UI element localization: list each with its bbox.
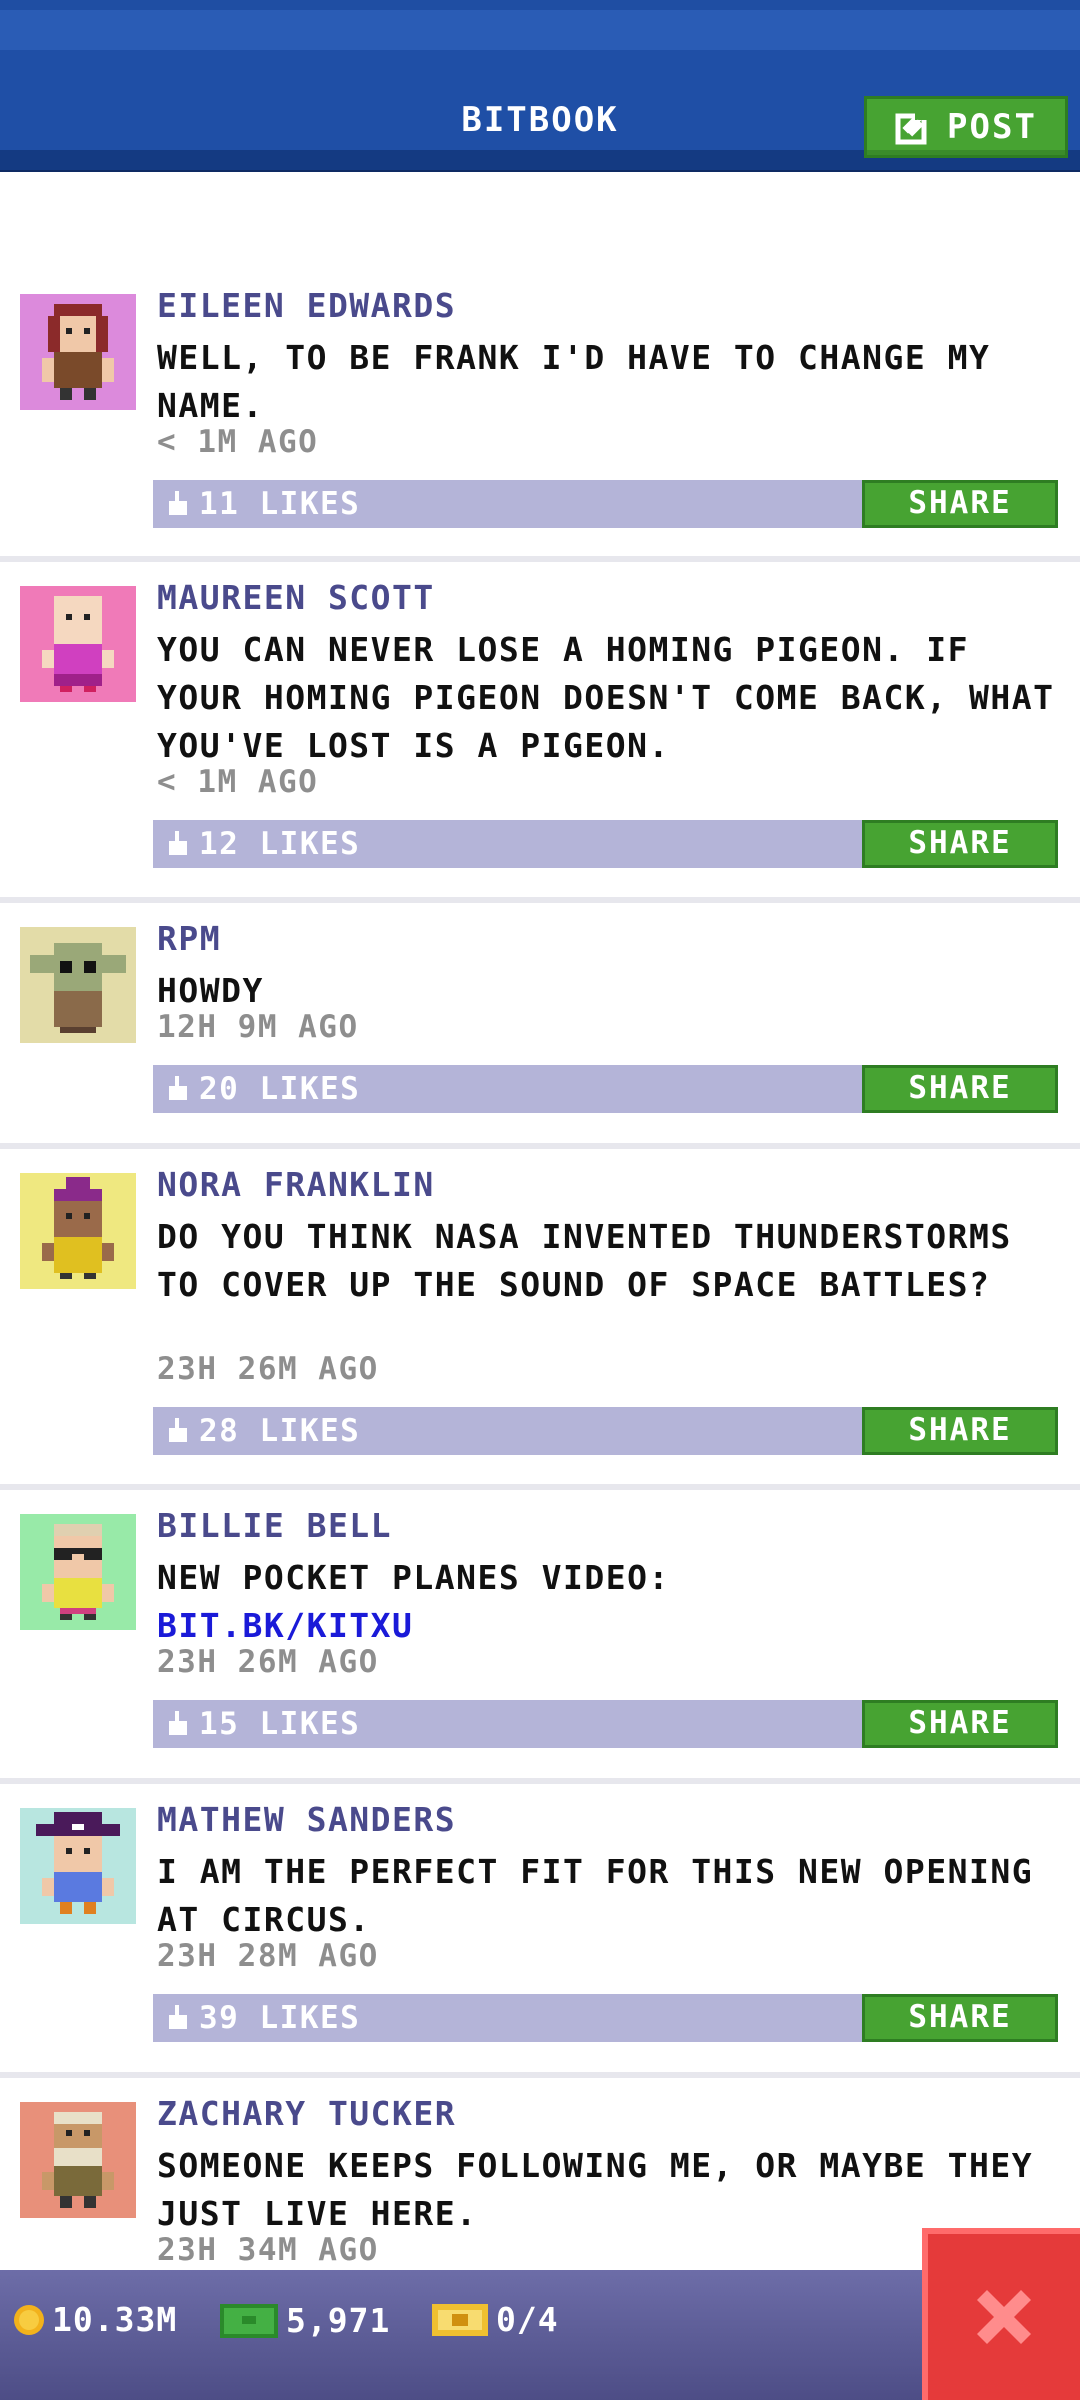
share-button[interactable]: SHARE [862,820,1058,868]
post-message: DO YOU THINK NASA INVENTED THUNDERSTORMS… [157,1217,1012,1304]
like-button[interactable]: 15 LIKES [167,1700,360,1748]
like-button[interactable]: 11 LIKES [167,480,360,528]
like-button[interactable]: 28 LIKES [167,1407,360,1455]
post-action-bar: 15 LIKES SHARE [153,1700,1058,1748]
post-item: BILLIE BELL NEW POCKET PLANES VIDEO: BIT… [0,1490,1080,1784]
bux-value: 5,971 [286,2300,391,2340]
post-author[interactable]: MAUREEN SCOTT [157,578,435,617]
post-time: 23H 34M AGO [157,2232,379,2268]
post-message-text: NEW POCKET PLANES VIDEO: [157,1558,670,1597]
thumbs-up-icon [169,1418,187,1442]
post-button-label: POST [947,107,1037,147]
post-time: < 1M AGO [157,764,319,800]
bux-stat: 5,971 [218,2300,390,2340]
close-icon [977,2290,1031,2344]
post-message: WELL, TO BE FRANK I'D HAVE TO CHANGE MY … [157,338,991,425]
coins-stat: 10.33M [12,2300,177,2339]
pirate-hat-avatar [20,1808,136,1924]
like-count: 39 LIKES [199,2000,361,2036]
post-author[interactable]: RPM [157,919,221,958]
thumbs-up-icon [169,491,187,515]
post-item: ZACHARY TUCKER SOMEONE KEEPS FOLLOWING M… [0,2078,1080,2270]
bearded-man-avatar [20,2102,136,2218]
tickets-stat: 0/4 [430,2300,559,2339]
post-message: HOWDY [157,971,264,1010]
video-link[interactable]: BIT.BK/KITXU [157,1602,1062,1650]
post-author[interactable]: EILEEN EDWARDS [157,286,456,325]
share-button[interactable]: SHARE [862,480,1058,528]
post-time: 23H 28M AGO [157,1938,379,1974]
post-action-bar: 28 LIKES SHARE [153,1407,1058,1455]
like-count: 28 LIKES [199,1413,361,1449]
like-button[interactable]: 39 LIKES [167,1994,360,2042]
ticket-icon [432,2303,488,2336]
thumbs-up-icon [169,2005,187,2029]
share-button[interactable]: SHARE [862,1700,1058,1748]
post-message: YOU CAN NEVER LOSE A HOMING PIGEON. IF Y… [157,630,1055,765]
post-author[interactable]: BILLIE BELL [157,1506,392,1545]
bux-icon [220,2304,278,2338]
post-item: RPM HOWDY 12H 9M AGO 20 LIKES SHARE [0,903,1080,1149]
status-bar: 10.33M 5,971 0/4 [0,2270,1080,2400]
post-action-bar: 20 LIKES SHARE [153,1065,1058,1113]
share-button[interactable]: SHARE [862,1407,1058,1455]
share-button[interactable]: SHARE [862,1994,1058,2042]
red-hair-woman-avatar [20,294,136,410]
post-button[interactable]: POST [864,96,1068,158]
thumbs-up-icon [169,1711,187,1735]
post-author[interactable]: ZACHARY TUCKER [157,2094,456,2133]
close-button[interactable] [922,2228,1080,2400]
like-button[interactable]: 12 LIKES [167,820,360,868]
post-message: SOMEONE KEEPS FOLLOWING ME, OR MAYBE THE… [157,2146,1034,2233]
thumbs-up-icon [169,1076,187,1100]
post-action-bar: 11 LIKES SHARE [153,480,1058,528]
like-count: 15 LIKES [199,1706,361,1742]
green-alien-avatar [20,927,136,1043]
tickets-value: 0/4 [496,2300,559,2339]
coins-value: 10.33M [52,2300,178,2339]
post-time: 23H 26M AGO [157,1351,379,1387]
purple-hat-avatar [20,1173,136,1289]
bald-pink-avatar [20,586,136,702]
post-item: EILEEN EDWARDS WELL, TO BE FRANK I'D HAV… [0,270,1080,562]
post-time: < 1M AGO [157,424,319,460]
post-feed[interactable]: EILEEN EDWARDS WELL, TO BE FRANK I'D HAV… [0,170,1080,2270]
share-button[interactable]: SHARE [862,1065,1058,1113]
coin-icon [14,2304,44,2335]
post-item: NORA FRANKLIN DO YOU THINK NASA INVENTED… [0,1149,1080,1490]
edit-icon [895,110,934,145]
like-count: 11 LIKES [199,486,361,522]
post-action-bar: 12 LIKES SHARE [153,820,1058,868]
post-author[interactable]: MATHEW SANDERS [157,1800,456,1839]
like-count: 12 LIKES [199,826,361,862]
post-author[interactable]: NORA FRANKLIN [157,1165,435,1204]
post-item: MAUREEN SCOTT YOU CAN NEVER LOSE A HOMIN… [0,562,1080,903]
post-action-bar: 39 LIKES SHARE [153,1994,1058,2042]
glasses-avatar [20,1514,136,1630]
like-button[interactable]: 20 LIKES [167,1065,360,1113]
post-item: MATHEW SANDERS I AM THE PERFECT FIT FOR … [0,1784,1080,2078]
app-header: BITBOOK POST [0,0,1080,172]
post-message: NEW POCKET PLANES VIDEO: BIT.BK/KITXU [157,1554,1062,1650]
post-time: 12H 9M AGO [157,1009,359,1045]
like-count: 20 LIKES [199,1071,361,1107]
post-time: 23H 26M AGO [157,1644,379,1680]
post-message: I AM THE PERFECT FIT FOR THIS NEW OPENIN… [157,1852,1034,1939]
thumbs-up-icon [169,831,187,855]
